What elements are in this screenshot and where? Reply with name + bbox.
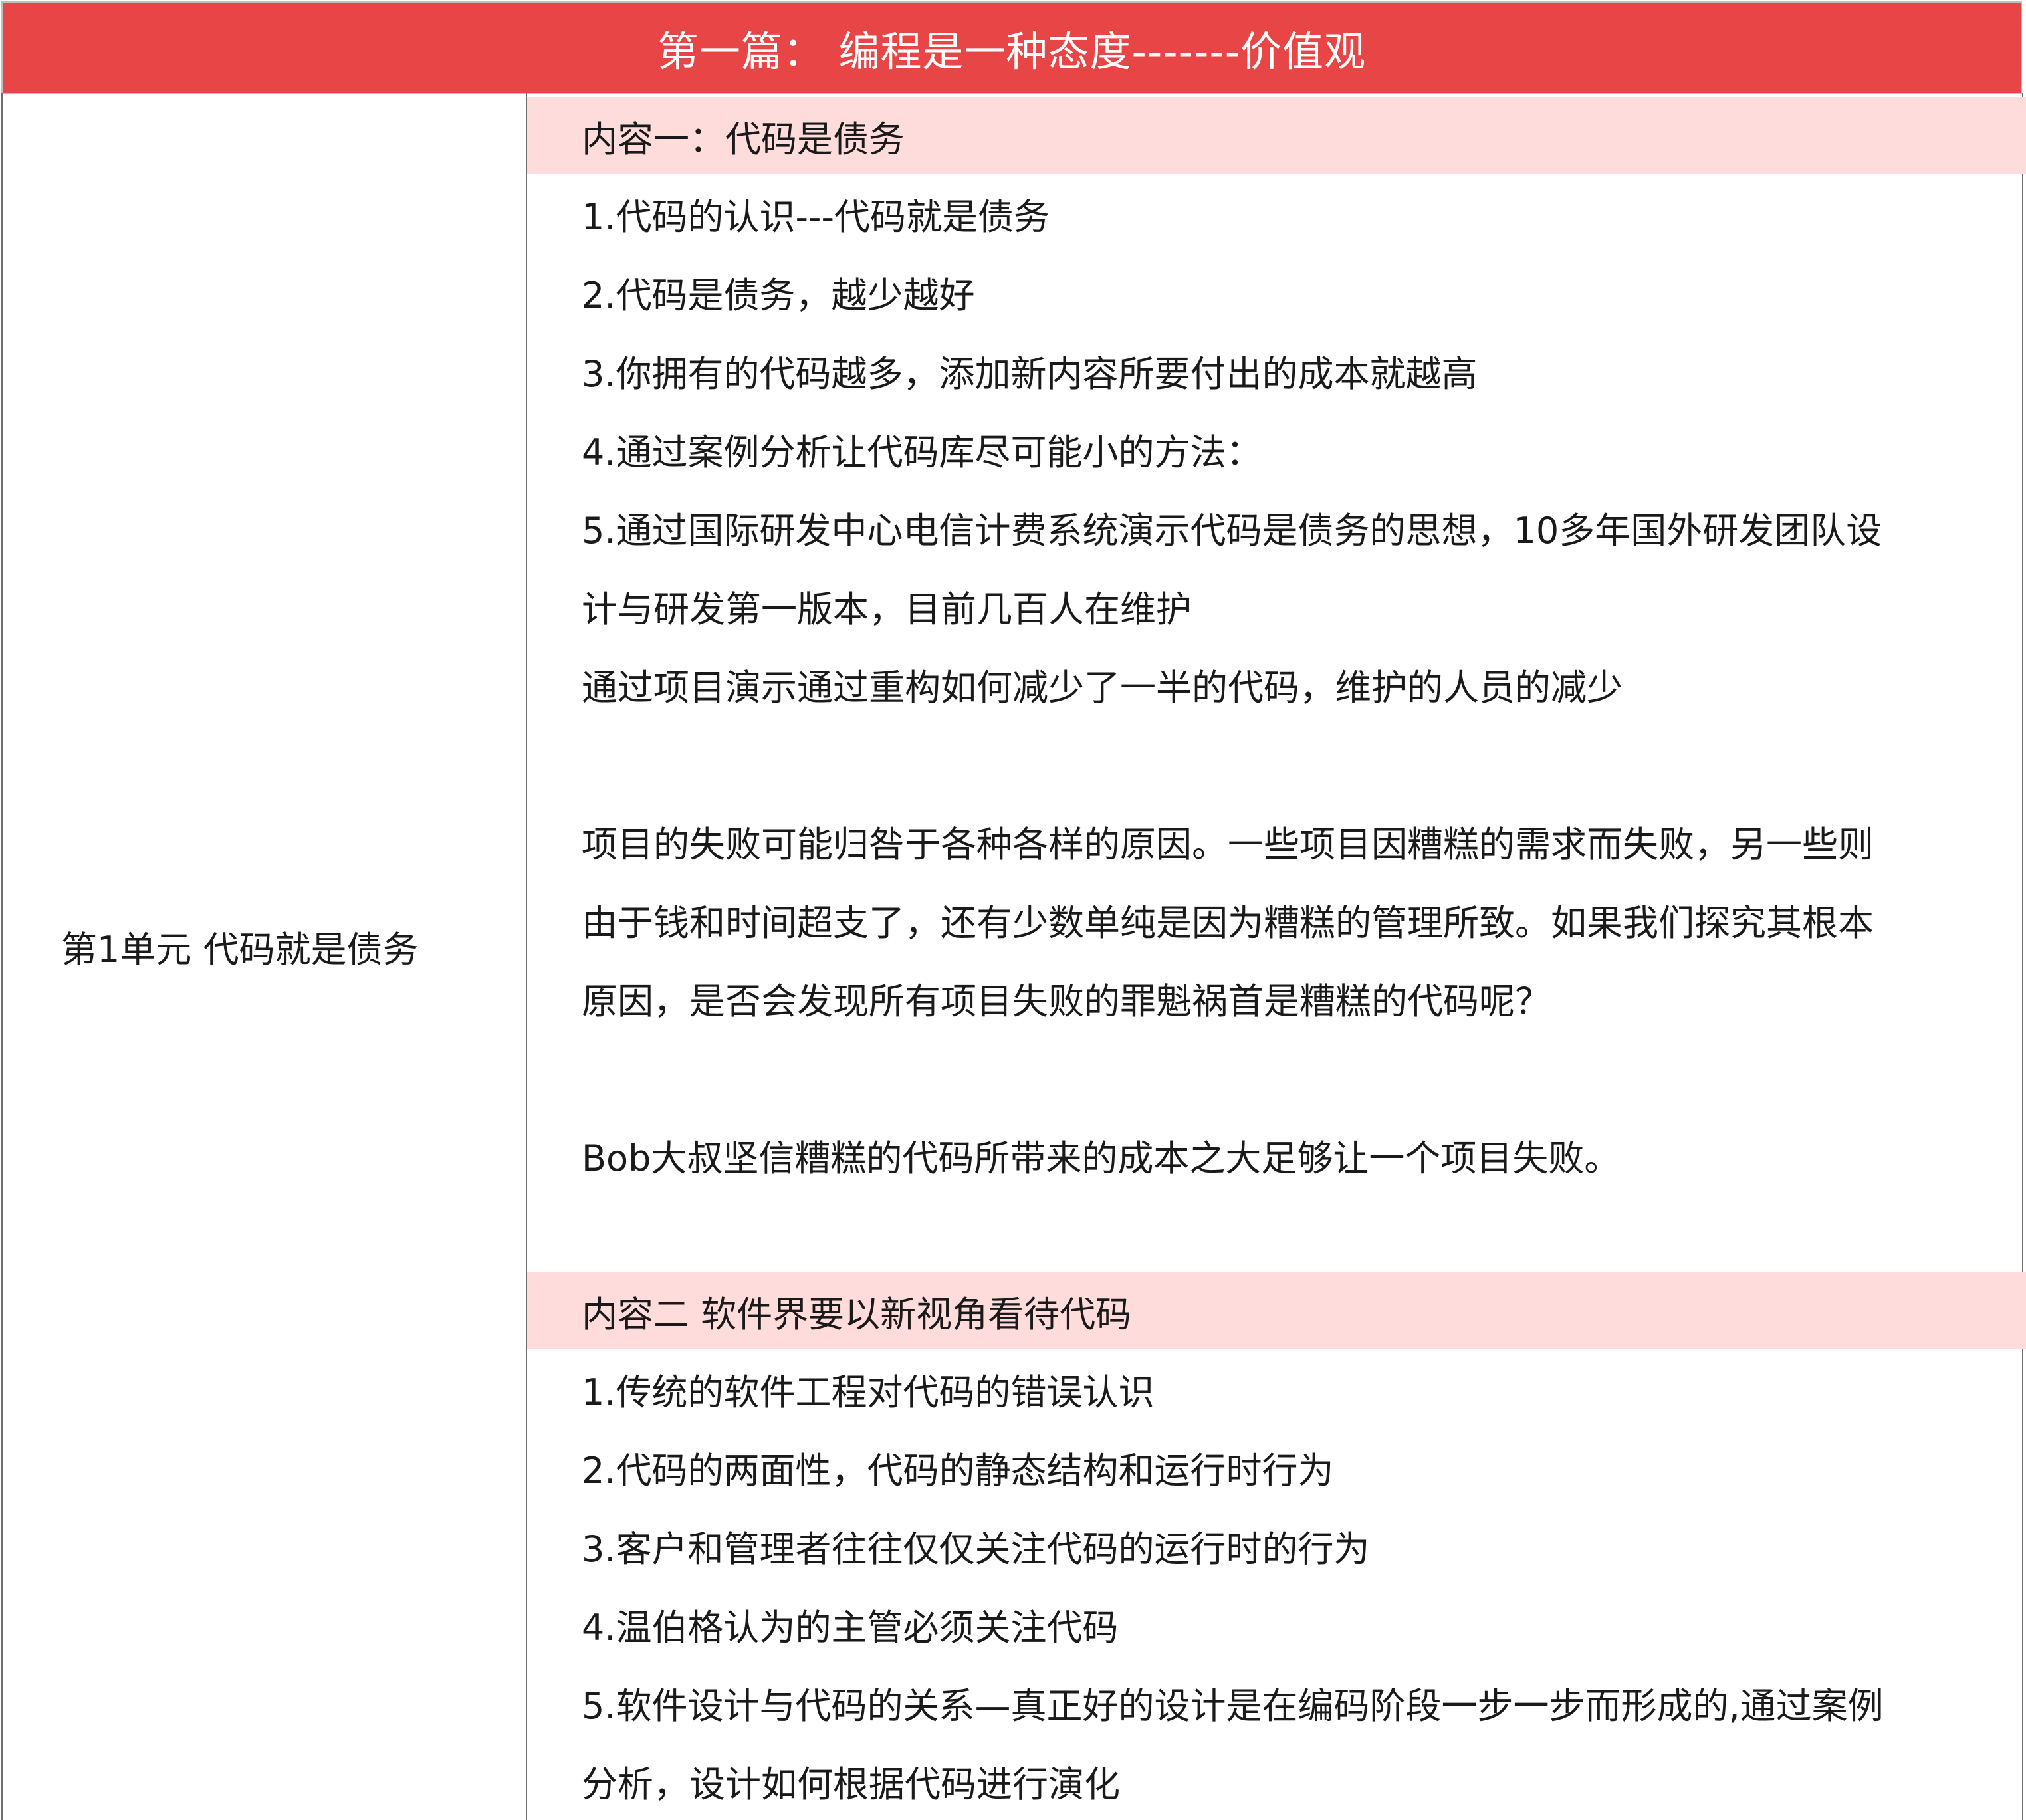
- content-line: 通过项目演示通过重构如何减少了一半的代码，维护的人员的减少: [582, 666, 1623, 709]
- content-column: 内容一：代码是债务 1.代码的认识---代码就是债务 2.代码是债务，越少越好 …: [527, 97, 2026, 1820]
- title-bar: 第一篇： 编程是一种态度-------价值观: [1, 1, 2022, 94]
- paragraph-line: 原因，是否会发现所有项目失败的罪魁祸首是糟糕的代码呢？: [582, 980, 1551, 1022]
- document-page: 第一篇： 编程是一种态度-------价值观 第1单元 代码就是债务 内容一：代…: [0, 0, 2026, 1820]
- paragraph-line: Bob大叔坚信糟糕的代码所带来的成本之大足够让一个项目失败。: [582, 1137, 1621, 1179]
- section-header: 内容一：代码是债务: [527, 97, 2026, 174]
- content-line: 3.你拥有的代码越多，添加新内容所要付出的成本就越高: [582, 352, 1478, 395]
- content-line: 5.软件设计与代码的关系—真正好的设计是在编码阶段一步一步而形成的,通过案例: [582, 1684, 1884, 1727]
- content-line: 5.通过国际研发中心电信计费系统演示代码是债务的思想，10多年国外研发团队设: [582, 509, 1882, 552]
- content-line: 3.客户和管理者往往仅仅关注代码的运行时的行为: [582, 1528, 1370, 1570]
- content-line: 计与研发第一版本，目前几百人在维护: [582, 588, 1192, 630]
- content-line: 4.温伯格认为的主管必须关注代码: [582, 1606, 1119, 1649]
- content-line: 分析，设计如何根据代码进行演化: [582, 1763, 1120, 1805]
- paragraph-line: 项目的失败可能归咎于各种各样的原因。一些项目因糟糕的需求而失败，另一些则: [582, 823, 1874, 865]
- content-line: 1.传统的软件工程对代码的错误认识: [582, 1371, 1155, 1413]
- unit-label: 第1单元 代码就是债务: [61, 929, 419, 970]
- content-line: 4.通过案例分析让代码库尽可能小的方法：: [582, 431, 1262, 473]
- content-line: 2.代码是债务，越少越好: [582, 274, 975, 316]
- content-line: 1.代码的认识---代码就是债务: [582, 195, 1050, 238]
- paragraph-line: 由于钱和时间超支了，还有少数单纯是因为糟糕的管理所致。如果我们探究其根本: [582, 901, 1874, 944]
- table-left-border: [1, 93, 3, 1820]
- page-title: 第一篇： 编程是一种态度-------价值观: [657, 27, 1367, 76]
- section-header: 内容二 软件界要以新视角看待代码: [527, 1272, 2026, 1349]
- content-line: 2.代码的两面性，代码的静态结构和运行时行为: [582, 1449, 1334, 1492]
